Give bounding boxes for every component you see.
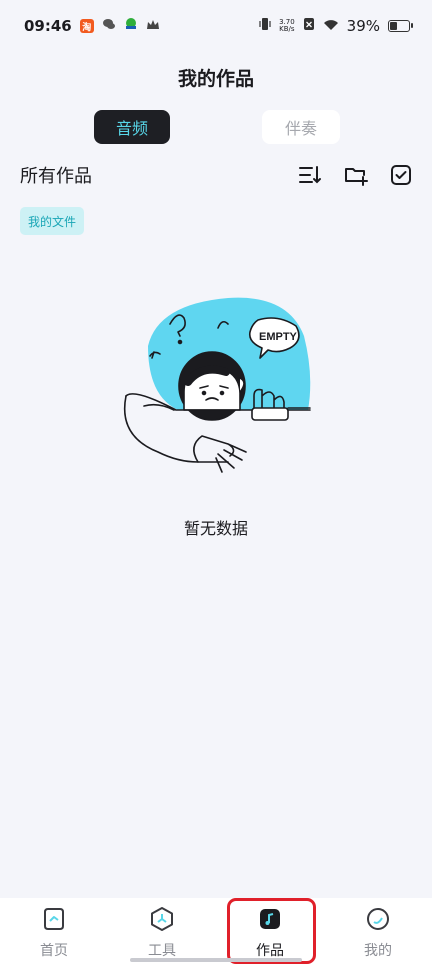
section-header: 所有作品 bbox=[20, 160, 412, 190]
tab-audio[interactable]: 音频 bbox=[94, 110, 170, 144]
tab-tools[interactable]: 工具 bbox=[108, 898, 216, 964]
tab-home[interactable]: 首页 bbox=[0, 898, 108, 964]
tab-mine[interactable]: 我的 bbox=[324, 898, 432, 964]
bottom-tab-bar: 首页 工具 作品 我的 bbox=[0, 898, 432, 964]
my-files-chip[interactable]: 我的文件 bbox=[20, 207, 85, 235]
wifi-icon bbox=[323, 17, 339, 35]
battery-icon bbox=[388, 20, 413, 32]
taobao-icon: 淘 bbox=[79, 19, 94, 33]
net-speed: 3.70 KB/s bbox=[279, 18, 295, 33]
status-right: 3.70 KB/s 39% bbox=[259, 17, 413, 35]
tab-mine-label: 我的 bbox=[364, 943, 392, 959]
clock: 09:46 bbox=[24, 17, 72, 35]
add-folder-icon[interactable] bbox=[344, 164, 368, 186]
tab-works[interactable]: 作品 bbox=[216, 898, 324, 964]
crown-icon bbox=[146, 17, 160, 35]
tab-accompaniment[interactable]: 伴奏 bbox=[262, 110, 340, 144]
home-icon bbox=[41, 906, 67, 936]
profile-icon bbox=[365, 906, 391, 936]
tools-icon bbox=[149, 906, 175, 936]
sort-icon[interactable] bbox=[298, 164, 322, 186]
empty-illustration: EMPTY bbox=[118, 296, 318, 496]
empty-state-text: 暂无数据 bbox=[183, 519, 248, 538]
bubble-text: EMPTY bbox=[259, 331, 298, 343]
map-icon bbox=[124, 17, 138, 35]
music-note-icon bbox=[257, 906, 283, 936]
toolbar bbox=[298, 164, 412, 186]
status-left: 09:46 淘 bbox=[24, 17, 160, 35]
tab-home-label: 首页 bbox=[40, 943, 68, 959]
tab-tools-label: 工具 bbox=[148, 943, 176, 959]
battery-percent: 39% bbox=[346, 17, 380, 35]
home-indicator[interactable] bbox=[130, 958, 302, 962]
page-title: 我的作品 bbox=[177, 68, 254, 90]
tab-works-label: 作品 bbox=[256, 943, 284, 959]
vibrate-icon bbox=[259, 17, 271, 35]
section-title: 所有作品 bbox=[20, 166, 92, 187]
wechat-icon bbox=[102, 17, 116, 35]
sim-disabled-icon bbox=[303, 17, 315, 35]
select-checkbox-icon[interactable] bbox=[390, 164, 412, 186]
status-bar: 09:46 淘 3.70 KB/s 39% bbox=[0, 0, 432, 52]
